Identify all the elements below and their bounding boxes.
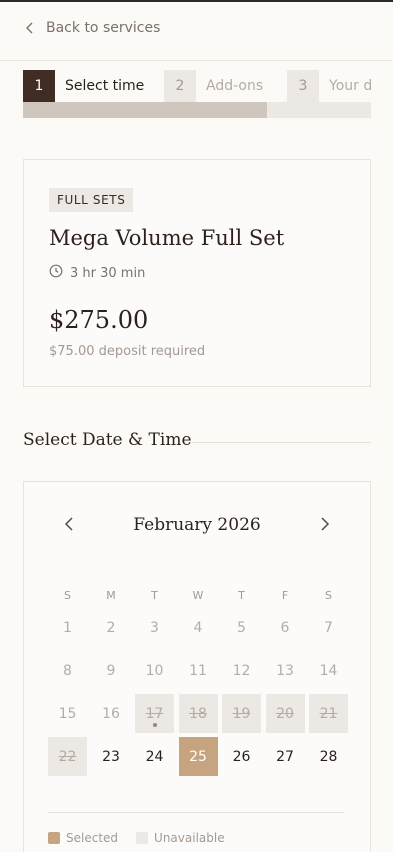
weekday-label: S <box>325 588 332 602</box>
legend-item-unavailable: Unavailable <box>136 831 225 845</box>
calendar-day: 21 <box>309 694 348 733</box>
step-your-details[interactable]: 3 Your d <box>287 70 371 102</box>
legend-item-selected: Selected <box>48 831 118 845</box>
service-price: $275.00 <box>49 306 149 334</box>
calendar-day: 9 <box>106 662 116 679</box>
calendar-day: 12 <box>232 662 251 679</box>
weekday-label: M <box>106 588 116 602</box>
calendar-day: 8 <box>63 662 72 679</box>
calendar-day: 13 <box>276 662 294 679</box>
top-border <box>0 0 393 2</box>
calendar-grid: S M T W T F S 1 2 3 4 5 6 7 8 9 10 11 12 13 14 15 16 17 1… <box>48 582 350 780</box>
weekday-label: T <box>238 588 245 602</box>
calendar-legend: Selected Unavailable <box>48 831 225 845</box>
deposit-note: $75.00 deposit required <box>49 344 206 359</box>
service-title: Mega Volume Full Set <box>49 226 285 250</box>
calendar-day: 3 <box>150 619 159 636</box>
clock-icon <box>49 264 63 282</box>
service-summary-card: FULL SETS Mega Volume Full Set 3 hr 30 m… <box>23 159 371 387</box>
calendar-divider <box>48 812 344 813</box>
calendar-day: 17 <box>135 694 174 733</box>
calendar-day: 19 <box>222 694 261 733</box>
calendar-day: 16 <box>102 705 120 722</box>
weekday-label: S <box>64 588 71 602</box>
today-dot <box>152 723 157 727</box>
section-rule <box>192 442 371 443</box>
calendar-day: 15 <box>58 705 77 722</box>
steps-progress-bar <box>23 102 371 118</box>
calendar-day[interactable]: 25 <box>178 737 218 776</box>
calendar-day: 10 <box>145 662 164 679</box>
legend-label: Selected <box>66 831 119 845</box>
step-number: 1 <box>23 70 55 102</box>
step-label: Select time <box>65 78 145 94</box>
step-number: 2 <box>164 70 196 102</box>
section-title: Select Date & Time <box>23 430 192 450</box>
calendar-day: 4 <box>193 619 203 636</box>
booking-steps: 1 Select time 2 Add-ons 3 Your d <box>23 70 371 102</box>
category-badge: FULL SETS <box>49 188 134 212</box>
calendar-day: 18 <box>178 694 218 733</box>
weekday-label: W <box>192 588 204 602</box>
header-divider <box>0 60 393 61</box>
calendar-day[interactable]: 27 <box>266 737 305 776</box>
legend-swatch <box>136 832 149 844</box>
step-add-ons[interactable]: 2 Add-ons <box>164 70 263 102</box>
back-to-services-link[interactable]: Back to services <box>24 14 160 42</box>
progress-fill <box>23 102 267 118</box>
service-duration: 3 hr 30 min <box>49 264 145 282</box>
calendar-day: 1 <box>63 619 72 636</box>
chevron-left-icon <box>24 22 36 34</box>
calendar-day[interactable]: 28 <box>309 737 348 776</box>
legend-label: Unavailable <box>154 831 225 845</box>
step-number: 3 <box>287 70 319 102</box>
weekday-label: T <box>151 588 158 602</box>
calendar-day[interactable]: 23 <box>92 737 131 776</box>
calendar-day: 22 <box>48 737 87 776</box>
calendar-day: 6 <box>280 619 290 636</box>
calendar-day: 2 <box>106 619 116 636</box>
calendar-card: February 2026 S M T W T F S 1 2 3 4 5 6 7 8 9 10 1… <box>23 481 371 852</box>
duration-text: 3 hr 30 min <box>70 265 146 281</box>
legend-swatch <box>48 832 60 844</box>
calendar-day: 14 <box>319 662 338 679</box>
calendar-day: 5 <box>237 619 246 636</box>
weekday-label: F <box>281 588 289 602</box>
calendar-day: 7 <box>324 619 333 636</box>
chevron-right-icon <box>320 516 330 536</box>
calendar-day[interactable]: 24 <box>135 737 174 776</box>
step-label: Add-ons <box>206 78 264 94</box>
back-label: Back to services <box>46 20 161 36</box>
calendar-day: 20 <box>265 694 305 733</box>
calendar-day[interactable]: 26 <box>222 737 261 776</box>
step-select-time[interactable]: 1 Select time <box>23 70 144 102</box>
step-label: Your d <box>329 78 371 94</box>
calendar-day: 11 <box>189 662 207 679</box>
next-month-button[interactable] <box>313 514 337 538</box>
